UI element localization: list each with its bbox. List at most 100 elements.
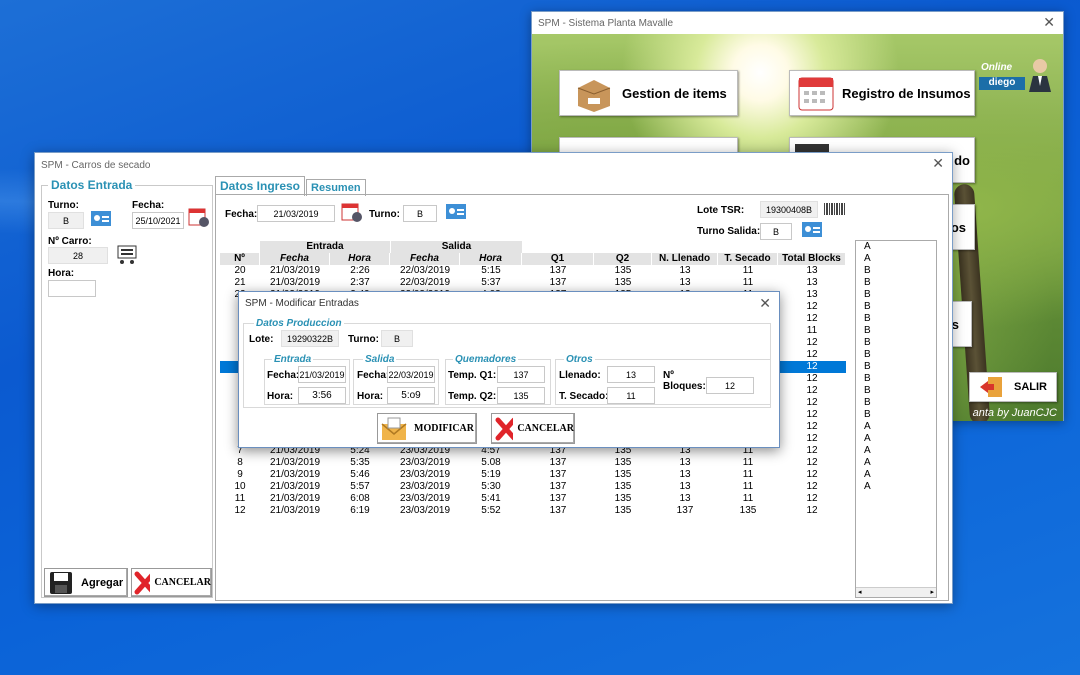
list-item[interactable]: B [856, 361, 936, 373]
q1-field[interactable]: 137 [497, 366, 545, 383]
col-header[interactable]: Fecha [260, 253, 330, 265]
barcode-icon[interactable] [823, 201, 847, 217]
table-row[interactable]: 21 21/03/2019 2:37 22/03/2019 5:37 137 135 13 11… [220, 277, 846, 289]
table-row[interactable]: 9 21/03/2019 5:46 23/03/2019 5:19 137 135 13 11 1… [220, 469, 846, 481]
list-item[interactable]: B [856, 385, 936, 397]
col-header[interactable]: Total Blocks [778, 253, 846, 265]
list-item[interactable]: B [856, 337, 936, 349]
table-cell: 11 [742, 481, 754, 492]
table-cell: 12 [806, 457, 818, 468]
list-item[interactable]: B [856, 325, 936, 337]
col-header[interactable]: Nº [220, 253, 260, 265]
table-cell: 11 [806, 325, 818, 336]
calendar-clock-icon[interactable] [341, 202, 363, 222]
table-cell: 12 [806, 409, 818, 420]
turno-list-items: AABBBBBBBBBBBBBAAAAAA [856, 241, 936, 493]
table-cell: 12 [806, 505, 818, 516]
entrada-hora-field[interactable]: 3:56 [298, 387, 346, 404]
list-item[interactable]: B [856, 277, 936, 289]
scroll-left-icon[interactable]: ◂ [858, 588, 862, 596]
col-header[interactable]: Hora [330, 253, 390, 265]
salir-button[interactable]: SALIR [969, 372, 1057, 402]
table-cell: 9 [237, 469, 243, 480]
list-item[interactable]: B [856, 349, 936, 361]
list-item[interactable]: B [856, 289, 936, 301]
carro-field[interactable]: 28 [48, 247, 108, 264]
col-header[interactable]: Fecha [390, 253, 460, 265]
id-card-icon[interactable] [445, 201, 467, 221]
datos-entrada-title: Datos Entrada [48, 178, 136, 192]
turno-list[interactable]: AABBBBBBBBBBBBBAAAAAA ◂ ▸ [855, 240, 937, 598]
list-item[interactable]: A [856, 469, 936, 481]
llenado-field[interactable]: 13 [607, 366, 655, 383]
filter-turno-field[interactable]: B [403, 205, 437, 222]
bloques-field[interactable]: 12 [706, 377, 754, 394]
list-item[interactable]: A [856, 241, 936, 253]
agregar-button[interactable]: Agregar [44, 568, 128, 597]
dialog-turno-field[interactable]: B [381, 330, 413, 347]
list-item[interactable]: A [856, 481, 936, 493]
id-card-icon[interactable] [90, 208, 112, 228]
gestion-items-button[interactable]: Gestion de items [559, 70, 738, 116]
table-cell: 12 [806, 385, 818, 396]
table-row[interactable]: 8 21/03/2019 5:35 23/03/2019 5.08 137 135 13 11 1… [220, 457, 846, 469]
cancelar-button[interactable]: CANCELAR [131, 568, 212, 597]
table-row[interactable]: 10 21/03/2019 5:57 23/03/2019 5:30 137 135 13 11… [220, 481, 846, 493]
entrada-title: Entrada [272, 354, 314, 365]
tab-bar: Datos Ingreso Resumen [215, 176, 367, 196]
turno-salida-field[interactable]: B [760, 223, 792, 240]
main-window-close-icon[interactable]: ✕ [1043, 15, 1055, 29]
list-item[interactable]: B [856, 373, 936, 385]
table-header: Nº Fecha Hora Fecha Hora Q1 Q2 N. Llenad… [220, 253, 846, 265]
lote-field[interactable]: 19290322B [281, 330, 339, 347]
tab-datos-ingreso[interactable]: Datos Ingreso [215, 176, 306, 196]
modificar-button[interactable]: MODIFICAR [377, 413, 477, 444]
col-header[interactable]: Q1 [522, 253, 594, 265]
group-header-salida: Salida [390, 241, 522, 253]
dialog-close-icon[interactable]: ✕ [759, 296, 771, 310]
filter-fecha-field[interactable]: 21/03/2019 [257, 205, 335, 222]
entrada-fecha-field[interactable]: 21/03/2019 [298, 366, 346, 383]
list-item[interactable]: B [856, 409, 936, 421]
table-cell: 23/03/2019 [399, 493, 451, 504]
dialog-cancelar-button[interactable]: CANCELAR [491, 413, 575, 444]
group-header-entrada: Entrada [260, 241, 390, 253]
id-card-icon[interactable] [801, 219, 823, 239]
col-header[interactable]: Hora [460, 253, 522, 265]
cart-icon[interactable] [114, 240, 140, 266]
table-cell: 12 [806, 337, 818, 348]
col-header[interactable]: N. Llenado [652, 253, 718, 265]
registro-insumos-button[interactable]: Registro de Insumos [789, 70, 975, 116]
table-cell: 23/03/2019 [399, 469, 451, 480]
horizontal-scrollbar[interactable]: ◂ ▸ [856, 587, 936, 597]
scroll-right-icon[interactable]: ▸ [930, 588, 934, 596]
salida-hora-field[interactable]: 5:o9 [387, 387, 435, 404]
hora-field[interactable] [48, 280, 96, 297]
list-item[interactable]: A [856, 253, 936, 265]
list-item[interactable]: B [856, 397, 936, 409]
col-header[interactable]: T. Secado [718, 253, 778, 265]
lote-tsr-field[interactable]: 19300408B [760, 201, 818, 218]
turno-field[interactable]: B [48, 212, 84, 229]
table-cell: 5:46 [350, 469, 370, 480]
fecha-field[interactable]: 25/10/2021 [132, 212, 184, 229]
list-item[interactable]: A [856, 421, 936, 433]
q2-field[interactable]: 135 [497, 387, 545, 404]
salida-hora-label: Hora: [357, 391, 384, 402]
table-cell: 21/03/2019 [269, 481, 321, 492]
list-item[interactable]: A [856, 433, 936, 445]
list-item[interactable]: A [856, 457, 936, 469]
table-row[interactable]: 11 21/03/2019 6:08 23/03/2019 5:41 137 135 13 11… [220, 493, 846, 505]
carros-window-close-icon[interactable]: ✕ [932, 156, 944, 170]
list-item[interactable]: B [856, 265, 936, 277]
table-row[interactable]: 12 21/03/2019 6:19 23/03/2019 5:52 137 135 137 1… [220, 505, 846, 517]
table-cell: 12 [806, 361, 818, 372]
secado-field[interactable]: 11 [607, 387, 655, 404]
salida-fecha-field[interactable]: 22/03/2019 [387, 366, 435, 383]
list-item[interactable]: A [856, 445, 936, 457]
list-item[interactable]: B [856, 313, 936, 325]
list-item[interactable]: B [856, 301, 936, 313]
calendar-clock-icon[interactable] [188, 207, 210, 227]
table-row[interactable]: 20 21/03/2019 2:26 22/03/2019 5:15 137 135 13 11… [220, 265, 846, 277]
col-header[interactable]: Q2 [594, 253, 652, 265]
